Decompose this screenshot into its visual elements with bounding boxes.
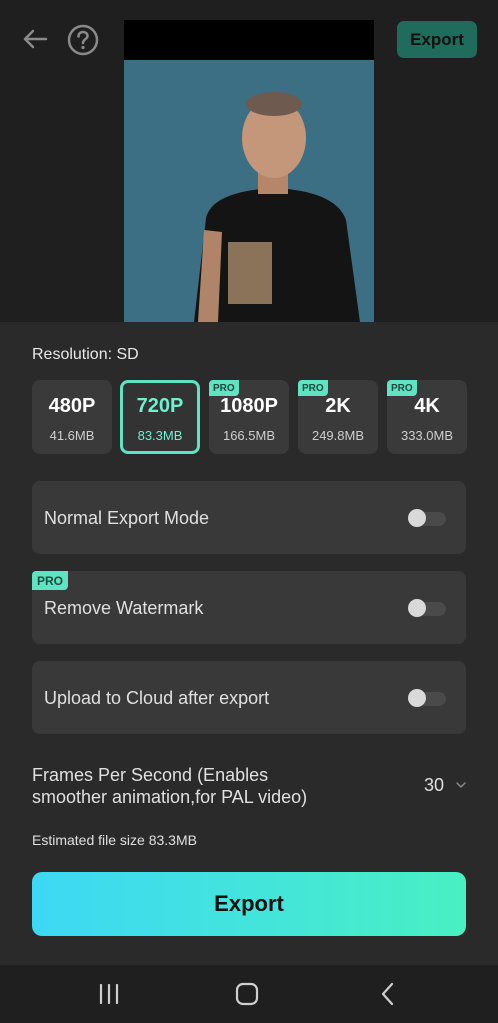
normal-export-toggle[interactable] [408,509,446,527]
toggle-knob [408,689,426,707]
arrow-left-icon[interactable] [20,24,50,54]
home-icon[interactable] [234,981,260,1007]
resolution-size: 333.0MB [400,428,454,443]
resolution-size: 166.5MB [222,428,276,443]
resolution-size: 249.8MB [311,428,365,443]
resolution-label: 1080P [220,395,278,417]
remove-watermark-label: Remove Watermark [44,598,204,618]
recents-icon[interactable] [96,981,122,1007]
video-preview[interactable] [124,20,374,322]
resolution-label: 720P [136,395,184,417]
fps-label: Frames Per Second (Enables smoother anim… [32,765,308,807]
estimated-file-size: Estimated file size 83.3MB [32,832,197,848]
resolution-label: 2K [325,395,351,417]
resolution-label: 4K [414,395,440,417]
pro-badge: PRO [298,380,328,396]
system-navigation-bar [0,965,498,1023]
remove-watermark-toggle[interactable] [408,599,446,617]
pro-badge: PRO [387,380,417,396]
toggle-knob [408,599,426,617]
nav-back-icon[interactable] [375,981,401,1007]
normal-export-label: Normal Export Mode [44,508,210,528]
remove-watermark-row[interactable]: Remove Watermark [32,571,466,644]
top-bar: Export [0,0,498,322]
video-frame [124,60,374,322]
export-settings-panel: Resolution: SD 480P 41.6MB 720P 83.3MB 1… [0,322,498,965]
normal-export-row[interactable]: Normal Export Mode [32,481,466,554]
upload-cloud-row[interactable]: Upload to Cloud after export [32,661,466,734]
chevron-down-icon[interactable] [455,778,467,790]
resolution-size: 83.3MB [137,428,183,443]
upload-cloud-toggle[interactable] [408,689,446,707]
resolution-720p[interactable]: 720P 83.3MB [120,380,200,454]
fps-select[interactable]: 30 [424,775,444,796]
toggle-knob [408,509,426,527]
resolution-480p[interactable]: 480P 41.6MB [32,380,112,454]
upload-cloud-label: Upload to Cloud after export [44,688,270,708]
resolution-label: 480P [48,395,96,417]
resolution-title: Resolution: SD [32,346,139,363]
question-circle-icon[interactable] [67,24,99,56]
export-button[interactable]: Export [32,872,466,936]
pro-badge: PRO [32,571,69,590]
pro-badge: PRO [209,380,239,396]
export-top-button[interactable]: Export [397,21,477,58]
resolution-size: 41.6MB [49,428,95,443]
